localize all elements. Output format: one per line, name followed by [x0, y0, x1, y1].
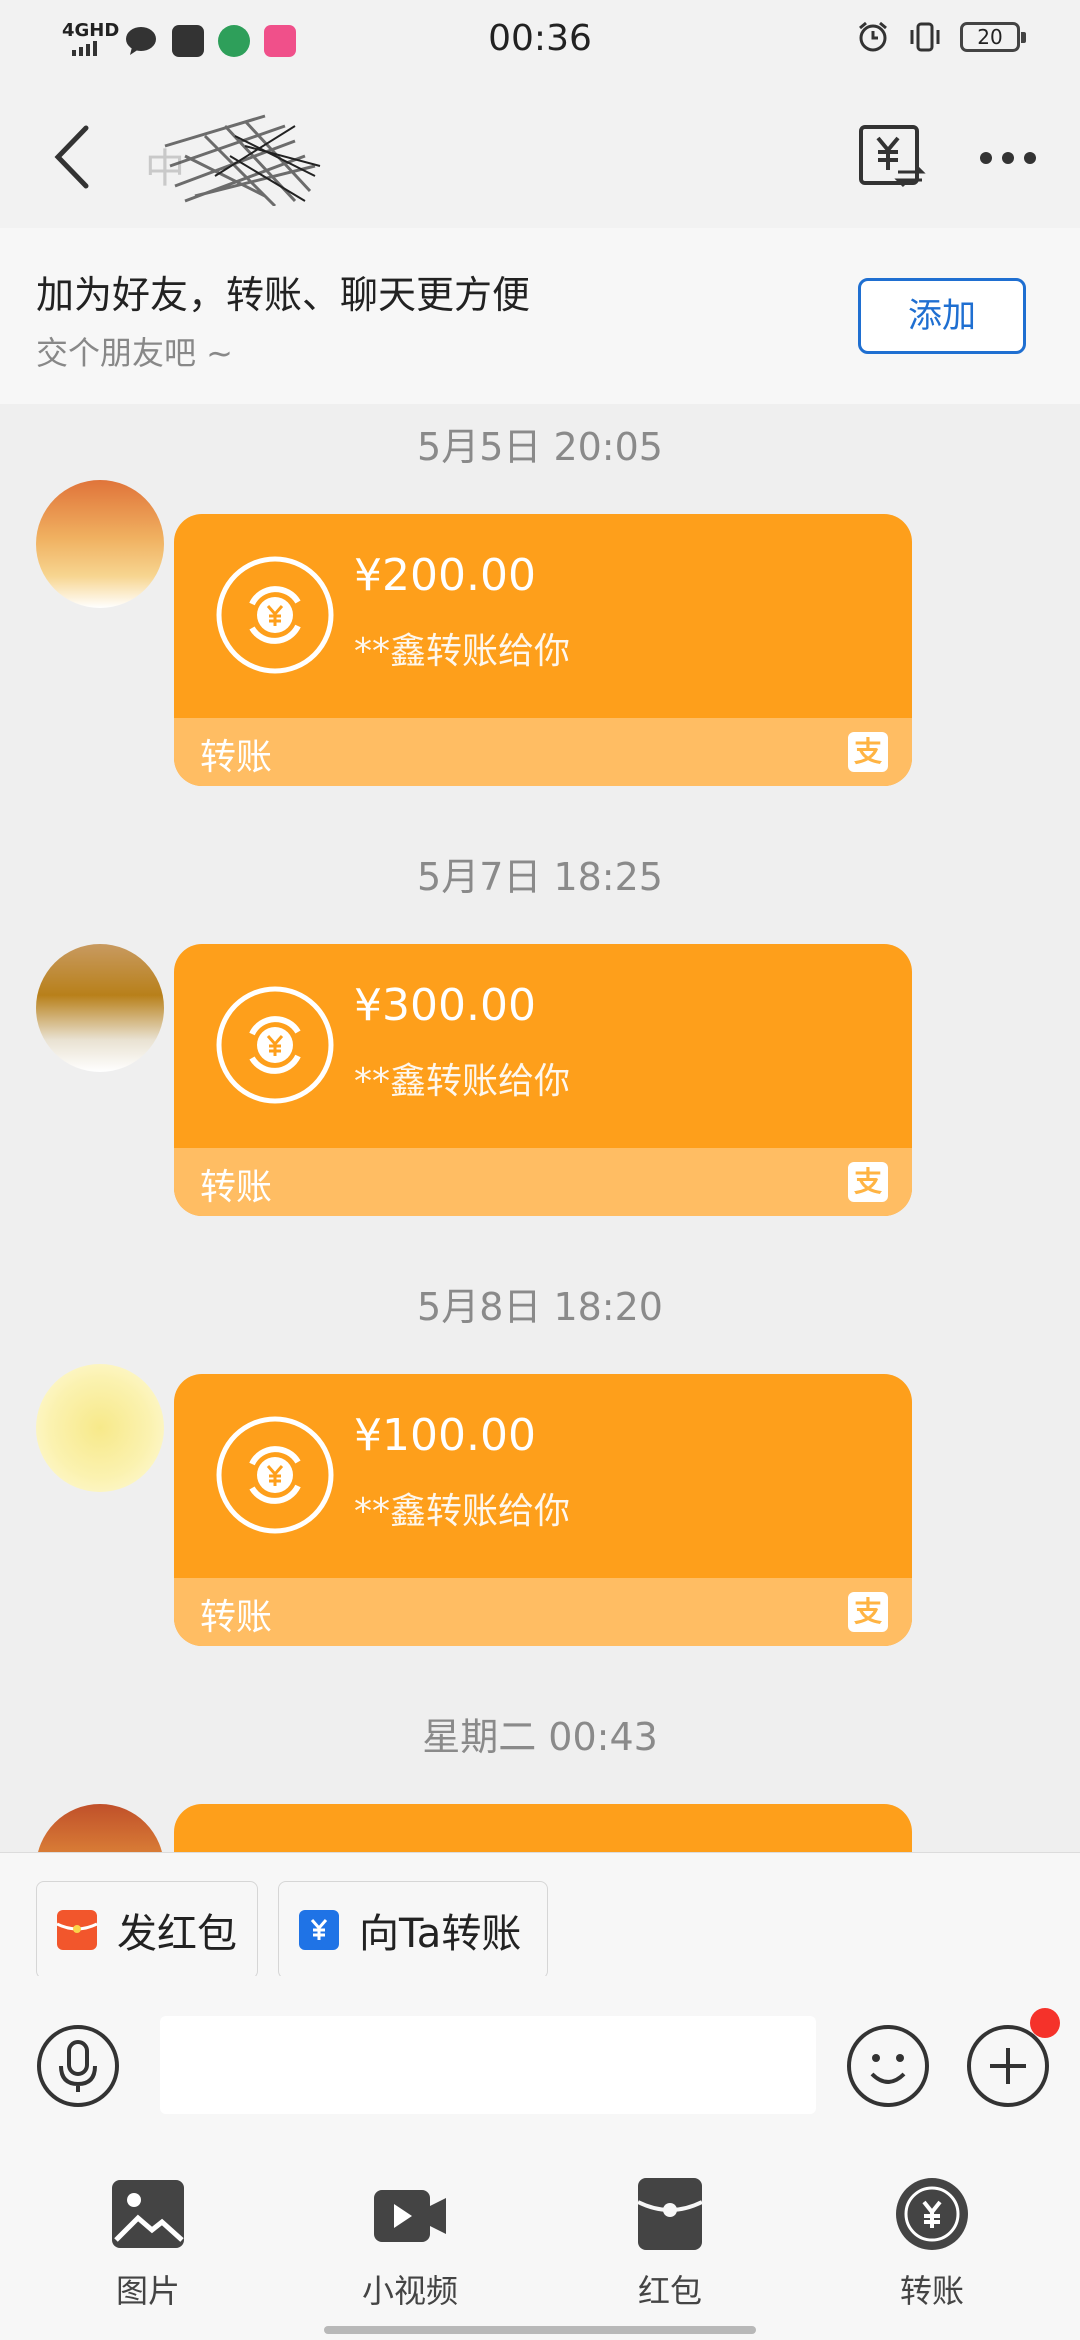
quick-actions-bar: 发红包 向Ta转账: [0, 1852, 1080, 1979]
add-friend-banner: 加为好友，转账、聊天更方便 交个朋友吧 ~ 添加: [0, 228, 1080, 404]
message-input[interactable]: [160, 2016, 816, 2114]
transfer-icon: [896, 2178, 968, 2250]
transfer-amount: ¥300.00: [354, 980, 536, 1031]
status-right: 20: [856, 20, 1026, 54]
vibrate-icon: [910, 22, 940, 52]
banner-title: 加为好友，转账、聊天更方便: [36, 273, 531, 317]
plus-icon[interactable]: [966, 2024, 1050, 2108]
transfer-label: 转账: [200, 737, 273, 778]
message-timestamp: 5月5日 20:05: [417, 425, 663, 469]
contact-name: 中: [145, 106, 355, 206]
banner-subtitle: 交个朋友吧 ~: [36, 334, 233, 372]
transfer-icon[interactable]: [858, 124, 926, 192]
transfer-amount: ¥100.00: [354, 1410, 536, 1461]
red-packet-icon: [637, 2178, 703, 2250]
status-bar: 4GHD 00:36 20: [0, 0, 1080, 84]
photo-icon: [112, 2180, 184, 2248]
transfer-card[interactable]: ¥300.00 **鑫转账给你 转账 支: [174, 944, 912, 1216]
transfer-card-icon: [299, 1910, 339, 1950]
transfer-circle-icon: [216, 556, 334, 674]
transfer-card-footer: 转账 支: [174, 1148, 912, 1216]
voice-icon[interactable]: [36, 2024, 120, 2108]
function-panel: 图片 小视频 红包 转账: [0, 2136, 1080, 2340]
transfer-to-ta-button[interactable]: 向Ta转账: [278, 1881, 548, 1979]
message-list[interactable]: 5月5日 20:05 ¥200.00 **鑫转账给你 转账 支 5月7日 18:…: [0, 404, 1080, 1852]
message-timestamp: 5月8日 18:20: [417, 1285, 663, 1329]
alipay-icon: 支: [848, 732, 888, 772]
more-icon[interactable]: [978, 148, 1038, 168]
transfer-card[interactable]: [174, 1804, 912, 1852]
transfer-description: **鑫转账给你: [354, 1491, 571, 1532]
transfer-label: 转账: [200, 1597, 273, 1638]
transfer-card-footer: 转账 支: [174, 718, 912, 786]
avatar[interactable]: [36, 480, 164, 608]
transfer-circle-icon: [216, 986, 334, 1104]
home-indicator[interactable]: [324, 2326, 756, 2334]
transfer-card[interactable]: ¥100.00 **鑫转账给你 转账 支: [174, 1374, 912, 1646]
message-timestamp: 星期二 00:43: [422, 1715, 658, 1759]
transfer-card-footer: 转账 支: [174, 1578, 912, 1646]
input-row: [0, 1976, 1080, 2136]
panel-item-video[interactable]: 小视频: [330, 2176, 490, 2312]
transfer-description: **鑫转账给你: [354, 631, 571, 672]
redacted-scribble-icon: [164, 114, 321, 206]
red-packet-icon: [56, 1910, 98, 1950]
transfer-amount: ¥200.00: [354, 550, 536, 601]
battery-indicator: 20: [960, 22, 1026, 52]
transfer-card[interactable]: ¥200.00 **鑫转账给你 转账 支: [174, 514, 912, 786]
panel-item-transfer[interactable]: 转账: [852, 2176, 1012, 2312]
transfer-label: 转账: [200, 1167, 273, 1208]
panel-item-red-packet[interactable]: 红包: [590, 2176, 750, 2312]
chat-header: 中: [0, 84, 1080, 228]
video-icon: [374, 2190, 446, 2242]
panel-item-photo[interactable]: 图片: [68, 2176, 228, 2312]
avatar[interactable]: [36, 1364, 164, 1492]
alarm-icon: [859, 21, 887, 52]
avatar[interactable]: [36, 944, 164, 1072]
transfer-description: **鑫转账给你: [354, 1061, 571, 1102]
emoji-icon[interactable]: [846, 2024, 930, 2108]
alipay-icon: 支: [848, 1162, 888, 1202]
send-red-packet-button[interactable]: 发红包: [36, 1881, 258, 1979]
avatar[interactable]: [36, 1804, 164, 1852]
alipay-icon: 支: [848, 1592, 888, 1632]
add-friend-button[interactable]: 添加: [858, 278, 1026, 354]
back-arrow-icon[interactable]: [48, 122, 98, 192]
notification-dot: [1030, 2008, 1060, 2038]
message-timestamp: 5月7日 18:25: [417, 855, 663, 899]
transfer-circle-icon: [216, 1416, 334, 1534]
